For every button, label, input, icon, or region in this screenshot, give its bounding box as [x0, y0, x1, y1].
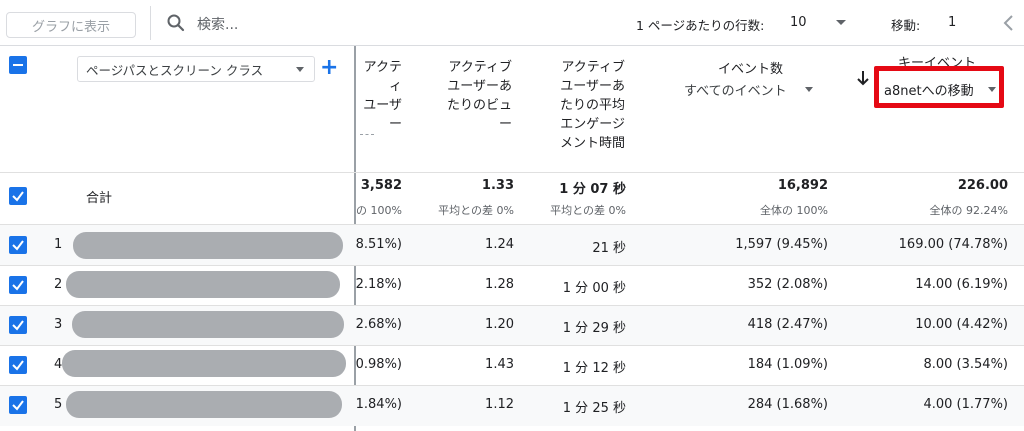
- show-in-graph-button[interactable]: グラフに表示: [6, 12, 136, 38]
- row-checkbox[interactable]: [9, 356, 27, 374]
- cell-engagement-time: 1 分 25 秒: [562, 401, 626, 416]
- cell-engagement-time: 1 分 00 秒: [562, 281, 626, 296]
- redacted-page-path: [72, 311, 344, 338]
- row-divider: [0, 172, 1024, 173]
- check-icon: [12, 191, 24, 202]
- cell-key-events: 8.00 (3.54%): [923, 357, 1008, 372]
- row-divider: [0, 345, 1024, 346]
- total-key-events: 226.00: [957, 178, 1008, 193]
- cell-event-count: 284 (1.68%): [747, 397, 828, 412]
- totals-label: 合計: [86, 191, 113, 206]
- caret-down-icon[interactable]: [805, 87, 813, 92]
- sort-descending-icon[interactable]: [856, 70, 870, 86]
- cell-key-events: 4.00 (1.77%): [923, 397, 1008, 412]
- row-index: 1: [54, 237, 63, 252]
- row-checkbox[interactable]: [9, 236, 27, 254]
- total-event-count-sub: 全体の 100%: [760, 204, 828, 217]
- toolbar-divider: [150, 6, 151, 40]
- header-line: エンゲージ: [560, 117, 625, 132]
- total-views-per-user-sub: 平均との差 0%: [438, 204, 514, 217]
- total-active-users: 3,582: [360, 178, 402, 193]
- cell-key-events: 14.00 (6.19%): [915, 277, 1008, 292]
- row-divider: [0, 265, 1024, 266]
- dimension-select-label: ページパスとスクリーン クラス: [86, 62, 264, 78]
- redacted-page-path: [62, 350, 346, 377]
- row-checkbox[interactable]: [9, 316, 27, 334]
- header-line: メント時間: [559, 136, 625, 151]
- cell-key-events: 169.00 (74.78%): [898, 237, 1008, 252]
- cell-event-count: 418 (2.47%): [747, 317, 828, 332]
- header-line: ユーザーあ: [560, 79, 625, 94]
- cell-engagement-time: 21 秒: [592, 241, 626, 256]
- header-line: ー: [498, 117, 512, 132]
- row-index: 2: [54, 277, 63, 292]
- event-filter-select[interactable]: すべてのイベント: [684, 80, 787, 99]
- add-dimension-button[interactable]: +: [320, 56, 338, 80]
- chevron-left-icon[interactable]: [1000, 13, 1018, 33]
- row-index: 3: [54, 317, 63, 332]
- header-underline: [360, 134, 374, 135]
- total-views-per-user: 1.33: [481, 178, 514, 193]
- cell-engagement-time: 1 分 12 秒: [562, 361, 626, 376]
- total-engagement-time-sub: 平均との差 0%: [550, 204, 626, 217]
- row-index: 5: [54, 397, 63, 412]
- total-event-count: 16,892: [777, 178, 828, 193]
- header-line: ユーザ: [363, 98, 402, 113]
- cell-views-per-user: 1.24: [485, 237, 514, 252]
- check-icon: [12, 360, 24, 371]
- header-line: ユーザーあ: [447, 79, 512, 94]
- check-icon: [12, 280, 24, 291]
- row-checkbox[interactable]: [9, 276, 27, 294]
- rows-per-page-select[interactable]: 10: [790, 15, 807, 30]
- dimension-select[interactable]: ページパスとスクリーン クラス: [77, 56, 315, 82]
- search-icon[interactable]: [166, 13, 186, 33]
- cell-active-users: 1.84%): [355, 397, 402, 412]
- cell-key-events: 10.00 (4.42%): [915, 317, 1008, 332]
- header-line: たりの平均: [559, 98, 625, 113]
- total-engagement-time: 1 分 07 秒: [559, 182, 626, 197]
- check-icon: [12, 320, 24, 331]
- annotation-highlight-box: [874, 66, 1004, 108]
- row-checkbox[interactable]: [9, 396, 27, 414]
- rows-per-page-label: 1 ページあたりの行数:: [636, 18, 765, 33]
- select-all-checkbox[interactable]: [9, 56, 27, 74]
- column-header-event-count[interactable]: イベント数: [718, 58, 783, 77]
- search-input[interactable]: 検索...: [197, 14, 238, 34]
- total-active-users-sub: の 100%: [356, 204, 402, 217]
- check-icon: [12, 240, 24, 251]
- redacted-page-path: [73, 232, 343, 259]
- cell-active-users: 8.51%): [355, 237, 402, 252]
- cell-event-count: 1,597 (9.45%): [735, 237, 828, 252]
- total-key-events-sub: 全体の 92.24%: [929, 204, 1008, 217]
- cell-event-count: 184 (1.09%): [747, 357, 828, 372]
- cell-views-per-user: 1.28: [485, 277, 514, 292]
- header-line: アクティブ: [561, 60, 625, 75]
- redacted-page-path: [66, 391, 342, 418]
- column-header-views-per-user[interactable]: アクティブ ユーザーあ たりのビュ ー: [440, 58, 512, 134]
- goto-page-input[interactable]: 1: [948, 15, 956, 30]
- cell-views-per-user: 1.20: [485, 317, 514, 332]
- cell-active-users: 2.18%): [355, 277, 402, 292]
- cell-views-per-user: 1.12: [485, 397, 514, 412]
- totals-checkbox[interactable]: [9, 187, 27, 205]
- goto-label: 移動:: [891, 18, 921, 33]
- check-icon: [12, 400, 24, 411]
- cell-views-per-user: 1.43: [485, 357, 514, 372]
- header-line: たりのビュ: [446, 98, 512, 113]
- cell-active-users: 2.68%): [355, 317, 402, 332]
- redacted-page-path: [66, 271, 340, 298]
- column-header-active-users[interactable]: アクティ ユーザ ー: [360, 58, 402, 135]
- cell-engagement-time: 1 分 29 秒: [562, 321, 626, 336]
- cell-event-count: 352 (2.08%): [747, 277, 828, 292]
- caret-down-icon[interactable]: [296, 67, 304, 72]
- cell-active-users: 0.98%): [355, 357, 402, 372]
- table-toolbar: グラフに表示 検索... 1 ページあたりの行数: 10 移動: 1: [0, 0, 1024, 46]
- header-line: ー: [388, 117, 402, 132]
- header-line: アクティ: [363, 60, 402, 94]
- column-header-avg-engagement-time[interactable]: アクティブ ユーザーあ たりの平均 エンゲージ メント時間: [553, 58, 625, 153]
- caret-down-icon[interactable]: [836, 20, 846, 25]
- header-line: アクティブ: [448, 60, 512, 75]
